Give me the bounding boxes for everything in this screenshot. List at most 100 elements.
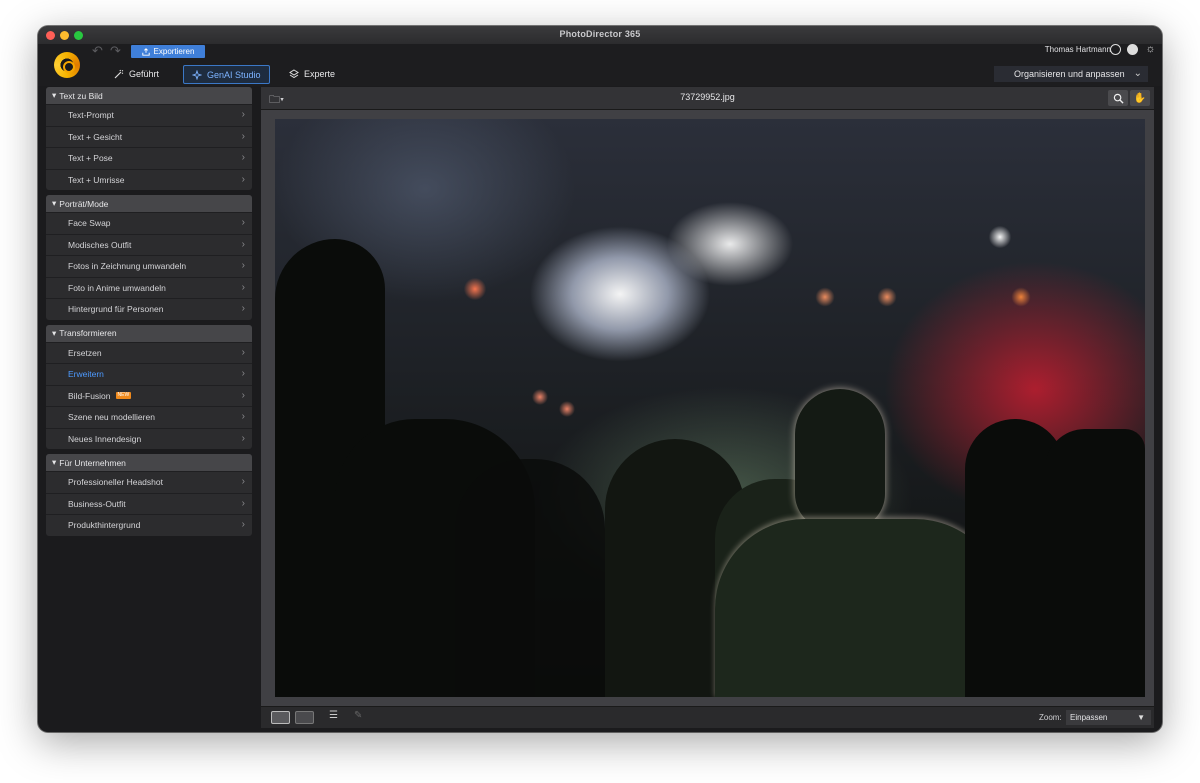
chevron-right-icon: › — [241, 497, 245, 509]
viewer-bottom-bar: ☰ ✎ Zoom: Einpassen ▼ — [261, 706, 1154, 728]
chevron-right-icon: › — [241, 368, 245, 379]
settings-gear-icon[interactable]: ☼ — [1145, 44, 1156, 55]
sidebar-item-photo-to-drawing[interactable]: Fotos in Zeichnung umwandeln › — [46, 255, 252, 277]
zoom-select[interactable]: Einpassen ▼ — [1066, 710, 1151, 725]
sidebar-item-text-face[interactable]: Text + Gesicht › — [46, 125, 252, 148]
chevron-right-icon: › — [241, 346, 245, 358]
sidebar-item-interior-design[interactable]: Neues Innendesign › — [46, 427, 252, 450]
silhouette — [1045, 429, 1145, 697]
user-name: Thomas Hartmann — [1044, 45, 1111, 54]
chevron-right-icon: › — [241, 476, 245, 487]
tab-genai-studio-label: GenAI Studio — [207, 69, 261, 80]
image-canvas[interactable] — [261, 110, 1154, 706]
collapse-triangle-icon: ▾ — [52, 457, 57, 467]
tab-guided-label: Geführt — [129, 68, 160, 79]
sidebar-item-person-background[interactable]: Hintergrund für Personen › — [46, 298, 252, 320]
collapse-triangle-icon: ▾ — [52, 327, 57, 338]
image-viewer: 🗀▾ 73729952.jpg ✋ ☰ ✎ Zoom: Einpassen ▼ — [261, 87, 1154, 728]
section-title: Porträt/Mode — [59, 198, 109, 209]
sidebar-section-text-to-image: ▾ Text zu Bild Text-Prompt › Text + Gesich… — [46, 87, 252, 190]
window-title: PhotoDirector 365 — [559, 29, 641, 39]
sidebar-item-label: Neues Innendesign — [68, 433, 142, 444]
redo-icon[interactable]: ↷ — [110, 43, 121, 59]
notification-icon[interactable] — [1127, 44, 1138, 55]
chevron-right-icon: › — [241, 217, 245, 228]
workspace-dropdown[interactable]: Organisieren und anpassen ⌄ — [994, 66, 1148, 82]
chevron-right-icon: › — [241, 238, 245, 250]
section-header[interactable]: ▾ Transformieren — [46, 324, 252, 342]
section-title: Text zu Bild — [59, 90, 103, 101]
chevron-right-icon: › — [241, 411, 245, 422]
chevron-right-icon: › — [241, 152, 245, 163]
concert-photo[interactable] — [275, 119, 1145, 697]
chevron-right-icon: › — [241, 519, 245, 530]
zoom-label: Zoom: — [1039, 713, 1062, 722]
sidebar-item-text-outline[interactable]: Text + Umrisse › — [46, 168, 252, 191]
viewer-toolbar: 🗀▾ 73729952.jpg ✋ — [261, 87, 1154, 110]
sidebar-item-label: Modisches Outfit — [68, 239, 132, 250]
brush-icon[interactable]: ✎ — [354, 710, 362, 721]
section-title: Transformieren — [59, 328, 117, 338]
silhouette — [795, 389, 885, 529]
collapse-triangle-icon: ▾ — [52, 90, 57, 100]
chevron-right-icon: › — [241, 389, 245, 401]
hand-tool-icon[interactable]: ✋ — [1130, 90, 1150, 106]
sidebar-item-business-outfit[interactable]: Business-Outfit › — [46, 492, 252, 515]
top-toolbar: ↶ ↷ Exportieren Geführt GenAI Studio Exp… — [38, 43, 1162, 86]
export-label: Exportieren — [153, 47, 195, 56]
section-header[interactable]: ▾ Für Unternehmen — [46, 454, 252, 471]
tab-expert[interactable]: Experte — [281, 65, 343, 82]
info-panel-icon[interactable]: ☰ — [329, 710, 338, 721]
sidebar-item-face-swap[interactable]: Face Swap › — [46, 212, 252, 234]
chevron-right-icon: › — [241, 173, 245, 185]
sidebar-item-replace[interactable]: Ersetzen › — [46, 341, 252, 364]
sidebar-item-fashion-outfit[interactable]: Modisches Outfit › — [46, 233, 252, 256]
sidebar-item-image-fusion[interactable]: Bild-Fusion NEW › — [46, 384, 252, 407]
chevron-down-icon: ⌄ — [1133, 68, 1142, 79]
single-view-icon[interactable] — [271, 711, 290, 724]
sidebar-item-text-pose[interactable]: Text + Pose › — [46, 147, 252, 169]
section-header[interactable]: ▾ Porträt/Mode — [46, 195, 252, 212]
sidebar-section-business: ▾ Für Unternehmen Professioneller Headsho… — [46, 454, 252, 536]
section-header[interactable]: ▾ Text zu Bild — [46, 87, 252, 104]
chevron-right-icon: › — [241, 109, 245, 120]
silhouette — [715, 519, 1005, 697]
caret-down-icon: ▼ — [1137, 713, 1145, 722]
app-logo-icon — [54, 52, 80, 78]
app-window: PhotoDirector 365 ↶ ↷ Exportieren Geführ… — [38, 26, 1162, 732]
export-button[interactable]: Exportieren — [131, 45, 205, 58]
sidebar-item-expand[interactable]: Erweitern › — [46, 363, 252, 385]
chevron-right-icon: › — [241, 432, 245, 444]
chevron-right-icon: › — [241, 303, 245, 314]
title-bar: PhotoDirector 365 — [38, 26, 1162, 45]
sidebar-item-label: Szene neu modellieren — [68, 412, 155, 423]
sidebar-item-product-background[interactable]: Produkthintergrund › — [46, 514, 252, 536]
compare-view-icon[interactable] — [295, 711, 314, 724]
sidebar-item-remodel-scene[interactable]: Szene neu modellieren › — [46, 406, 252, 428]
layers-icon — [289, 68, 299, 78]
tab-guided[interactable]: Geführt — [106, 65, 167, 82]
sidebar-item-label: Face Swap — [68, 218, 111, 229]
collapse-triangle-icon: ▾ — [52, 198, 57, 208]
tab-expert-label: Experte — [304, 68, 336, 79]
tab-genai-studio[interactable]: GenAI Studio — [183, 65, 270, 84]
chevron-right-icon: › — [241, 260, 245, 271]
sidebar-item-label: Produkthintergrund — [68, 520, 141, 531]
account-icon[interactable] — [1110, 44, 1121, 55]
file-name: 73729952.jpg — [680, 92, 735, 102]
sidebar-item-label: Business-Outfit — [68, 498, 126, 509]
magnifier-icon[interactable] — [1108, 90, 1128, 106]
sidebar-item-label: Professioneller Headshot — [68, 477, 163, 488]
sidebar-item-photo-to-anime[interactable]: Foto in Anime umwandeln › — [46, 276, 252, 299]
sidebar-section-portrait-fashion: ▾ Porträt/Mode Face Swap › Modisches Outfi… — [46, 195, 252, 320]
undo-icon[interactable]: ↶ — [92, 43, 103, 59]
sparkle-icon — [192, 69, 202, 80]
sidebar-item-label: Foto in Anime umwandeln — [68, 282, 166, 293]
sidebar-item-headshot[interactable]: Professioneller Headshot › — [46, 471, 252, 493]
chevron-right-icon: › — [241, 130, 245, 142]
sidebar-item-text-prompt[interactable]: Text-Prompt › — [46, 104, 252, 126]
sidebar-item-label: Text + Gesicht — [68, 131, 123, 142]
chevron-right-icon: › — [241, 281, 245, 293]
workspace-dropdown-label: Organisieren und anpassen — [1014, 69, 1125, 79]
sidebar-item-label: Hintergrund für Personen — [68, 304, 164, 315]
